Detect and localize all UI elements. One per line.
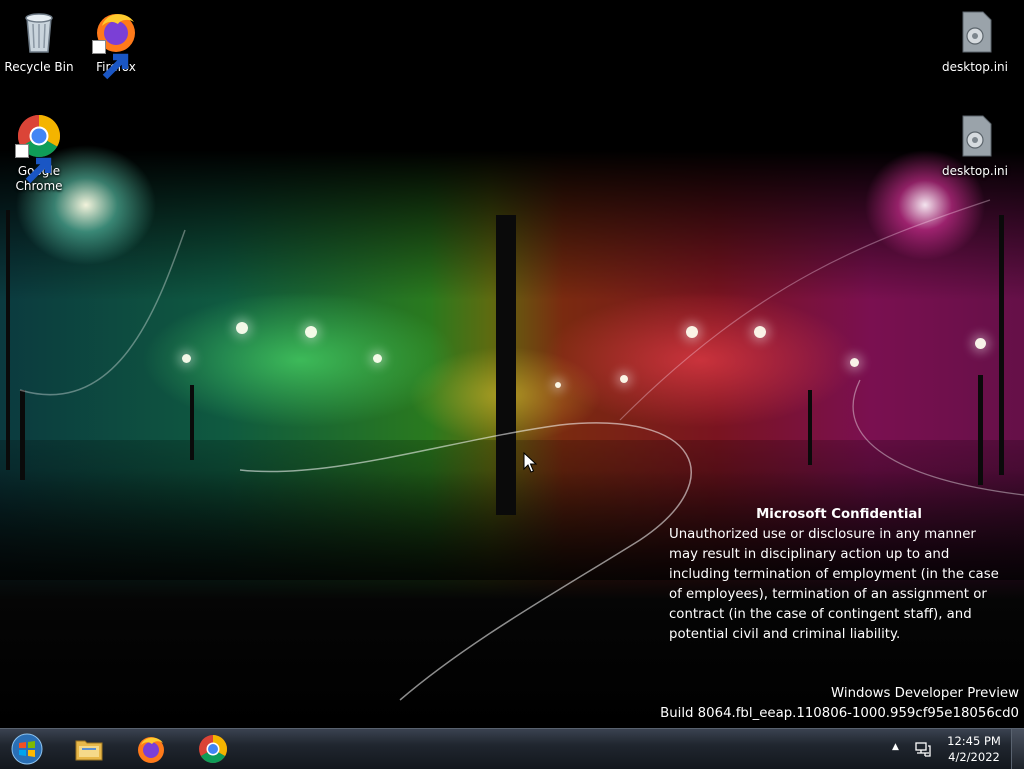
desktop-icon-label: Recycle Bin	[4, 60, 74, 74]
desktop-icon-recycle-bin[interactable]: Recycle Bin	[1, 8, 77, 75]
clock-date: 4/2/2022	[948, 750, 1000, 764]
mouse-pointer-icon	[523, 452, 537, 473]
chrome-icon	[15, 112, 63, 184]
desktop-wallpaper: Recycle Bin Firefox Google Chrome deskto…	[0, 0, 1024, 728]
taskbar: ▲ 12:45 PM 4/2/2022	[0, 728, 1024, 769]
clock-time: 12:45 PM	[947, 734, 1001, 748]
desktop-icon-desktop-ini[interactable]: desktop.ini	[937, 8, 1013, 75]
settings-file-icon	[951, 8, 999, 56]
watermark-edition: Windows Developer Preview	[831, 686, 1019, 701]
show-desktop-button[interactable]	[1011, 729, 1024, 769]
tray-overflow-arrow-icon[interactable]: ▲	[892, 742, 899, 752]
recycle-bin-icon	[15, 8, 63, 56]
windows-start-icon	[11, 733, 43, 765]
file-explorer-icon	[75, 740, 103, 761]
shortcut-arrow-icon	[92, 40, 129, 80]
confidential-notice: Microsoft Confidential Unauthorized use …	[669, 505, 1009, 645]
firefox-icon	[92, 8, 140, 80]
taskbar-file-explorer-button[interactable]	[62, 731, 116, 767]
desktop-icon-desktop-ini[interactable]: desktop.ini	[937, 112, 1013, 179]
start-button[interactable]	[4, 731, 50, 767]
desktop-icon-firefox[interactable]: Firefox	[78, 8, 154, 80]
taskbar-clock[interactable]: 12:45 PM 4/2/2022	[940, 733, 1008, 765]
taskbar-chrome-button[interactable]	[186, 731, 240, 767]
confidential-title: Microsoft Confidential	[756, 507, 922, 522]
shortcut-arrow-icon	[15, 144, 52, 184]
settings-file-icon	[951, 112, 999, 160]
taskbar-firefox-button[interactable]	[124, 731, 178, 767]
network-icon[interactable]	[914, 740, 932, 758]
desktop-icon-google-chrome[interactable]: Google Chrome	[1, 112, 77, 194]
desktop-icon-label: desktop.ini	[942, 60, 1008, 74]
firefox-icon	[138, 737, 164, 763]
desktop-icon-label: desktop.ini	[942, 164, 1008, 178]
chrome-icon	[199, 735, 227, 763]
confidential-body: Unauthorized use or disclosure in any ma…	[669, 527, 999, 642]
watermark-build: Build 8064.fbl_eeap.110806-1000.959cf95e…	[660, 706, 1019, 721]
build-watermark: Windows Developer Preview Build 8064.fbl…	[660, 684, 1019, 724]
